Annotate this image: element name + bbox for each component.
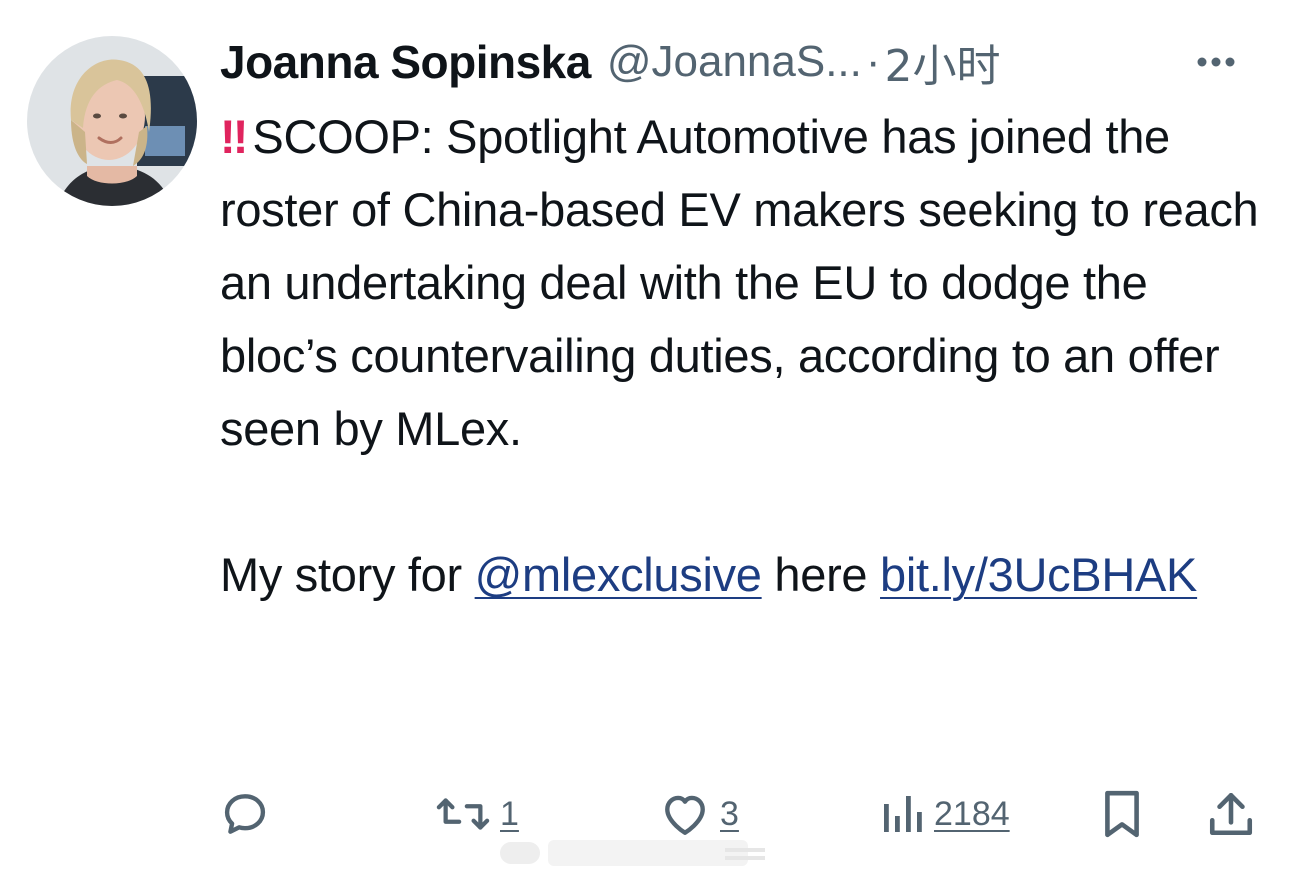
author-name[interactable]: Joanna Sopinska xyxy=(220,35,591,89)
bookmark-icon xyxy=(1105,790,1139,838)
tweet-card[interactable]: Joanna Sopinska @JoannaS... · 2小时 ‼ SCOOP… xyxy=(0,0,1290,883)
retweet-count: 1 xyxy=(500,794,519,833)
story-middle: here xyxy=(761,548,881,601)
post-time[interactable]: 2小时 xyxy=(885,30,1001,94)
reply-button[interactable] xyxy=(220,786,280,842)
views-count: 2184 xyxy=(934,794,1010,833)
like-button[interactable]: 3 xyxy=(660,786,739,842)
tweet-paragraph-2: My story for @mlexclusive here bit.ly/​3… xyxy=(220,538,1270,611)
share-button[interactable] xyxy=(1208,786,1254,842)
action-bar: 1 3 2184 xyxy=(220,786,1270,842)
bookmark-button[interactable] xyxy=(1100,786,1144,842)
tweet-paragraph-1: ‼ SCOOP: Spotlight Automotive has joined … xyxy=(220,100,1270,465)
more-button[interactable] xyxy=(1188,36,1244,88)
avatar-photo xyxy=(27,36,197,206)
separator-dot: · xyxy=(865,37,881,86)
share-icon xyxy=(1209,792,1253,836)
retweet-button[interactable]: 1 xyxy=(436,786,519,842)
heart-icon xyxy=(665,795,705,835)
more-horizontal-icon xyxy=(1197,57,1235,67)
watermark-icon xyxy=(500,840,765,866)
tweet-text: ‼ SCOOP: Spotlight Automotive has joined … xyxy=(220,100,1270,611)
like-count: 3 xyxy=(720,794,739,833)
tweet-header: Joanna Sopinska @JoannaS... · 2小时 xyxy=(220,35,1260,92)
story-prefix: My story for xyxy=(220,548,475,601)
views-chart-icon xyxy=(884,796,922,832)
author-handle[interactable]: @JoannaS... xyxy=(607,37,862,87)
double-exclamation-emoji: ‼ xyxy=(220,110,248,163)
article-link[interactable]: bit.ly/​3UcBHAK xyxy=(880,548,1197,601)
retweet-icon xyxy=(436,798,490,830)
views-button[interactable]: 2184 xyxy=(880,786,1010,842)
tweet-line-1: SCOOP: Spotlight Automotive has xyxy=(252,110,957,163)
avatar[interactable] xyxy=(27,36,197,206)
mention-link[interactable]: @mlexclusive xyxy=(475,548,762,601)
reply-icon xyxy=(224,794,266,834)
